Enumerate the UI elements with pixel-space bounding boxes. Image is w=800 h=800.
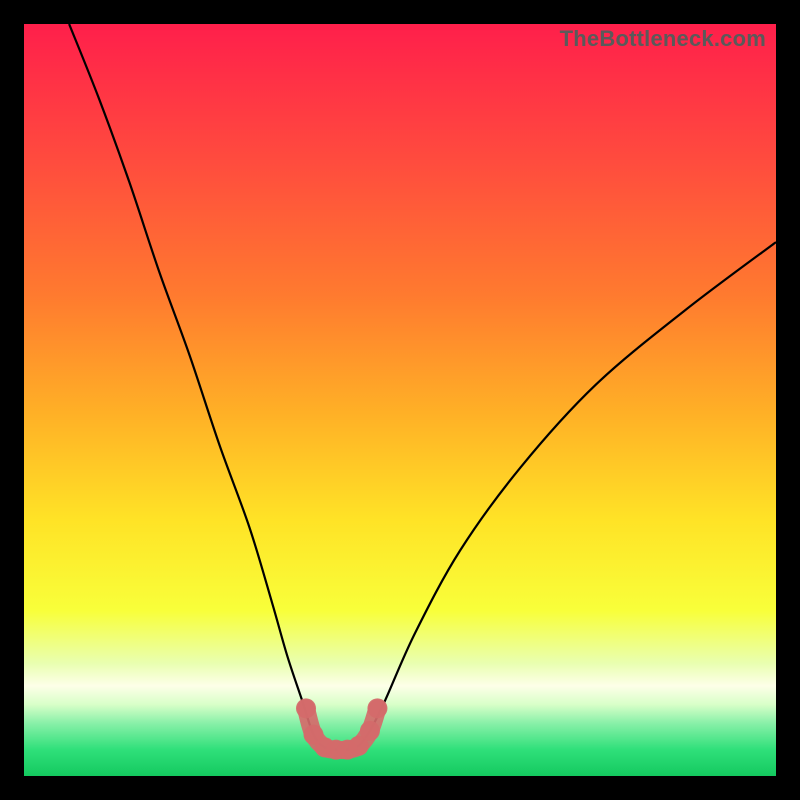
chart-plot-area: TheBottleneck.com	[24, 24, 776, 776]
chart-frame: TheBottleneck.com	[0, 0, 800, 800]
watermark-text: TheBottleneck.com	[560, 26, 766, 52]
chart-svg	[24, 24, 776, 776]
